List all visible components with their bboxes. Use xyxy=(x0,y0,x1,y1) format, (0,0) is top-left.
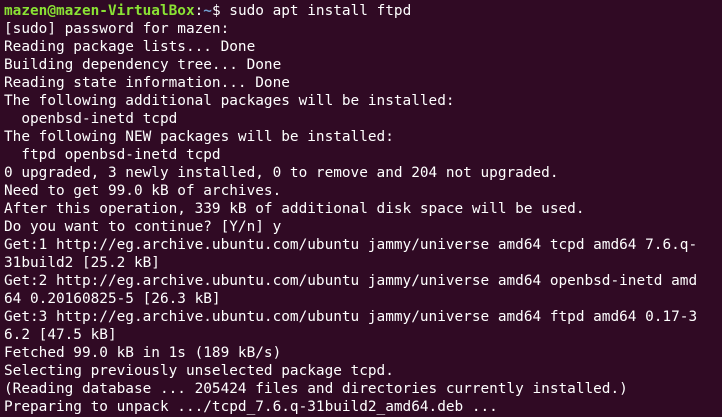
output-line: 6.2 [47.5 kB] xyxy=(4,327,117,343)
output-line: (Reading database ... 205424 files and d… xyxy=(4,381,628,397)
prompt-path: ~ xyxy=(203,3,212,19)
output-line: The following NEW packages will be insta… xyxy=(4,129,394,145)
output-line: Reading state information... Done xyxy=(4,75,290,91)
output-line: Preparing to unpack .../tcpd_7.6.q-31bui… xyxy=(4,399,498,415)
output-line: Do you want to continue? [Y/n] y xyxy=(4,219,282,235)
prompt-user-host: mazen@mazen-VirtualBox xyxy=(4,3,195,19)
output-line: Reading package lists... Done xyxy=(4,39,256,55)
prompt-line: mazen@mazen-VirtualBox:~$ sudo apt insta… xyxy=(4,2,718,20)
output-line: 0 upgraded, 3 newly installed, 0 to remo… xyxy=(4,165,559,181)
output-line: Get:2 http://eg.archive.ubuntu.com/ubunt… xyxy=(4,273,698,289)
prompt-separator: : xyxy=(194,3,204,19)
output-line: openbsd-inetd tcpd xyxy=(4,111,178,127)
prompt-command: sudo apt install ftpd xyxy=(220,3,412,19)
prompt-symbol: $ xyxy=(211,3,221,19)
output-line: Fetched 99.0 kB in 1s (189 kB/s) xyxy=(4,345,282,361)
output-line: The following additional packages will b… xyxy=(4,93,455,109)
output-line: 64 0.20160825-5 [26.3 kB] xyxy=(4,291,221,307)
output-line: 31build2 [25.2 kB] xyxy=(4,255,160,271)
output-line: Building dependency tree... Done xyxy=(4,57,282,73)
output-line: Need to get 99.0 kB of archives. xyxy=(4,183,282,199)
output-line: After this operation, 339 kB of addition… xyxy=(4,201,585,217)
output-line: ftpd openbsd-inetd tcpd xyxy=(4,147,221,163)
output-line: [sudo] password for mazen: xyxy=(4,21,230,37)
output-line: Selecting previously unselected package … xyxy=(4,363,394,379)
terminal-window[interactable]: mazen@mazen-VirtualBox:~$ sudo apt insta… xyxy=(0,0,722,417)
output-line: Get:3 http://eg.archive.ubuntu.com/ubunt… xyxy=(4,309,698,325)
output-line: Get:1 http://eg.archive.ubuntu.com/ubunt… xyxy=(4,237,698,253)
